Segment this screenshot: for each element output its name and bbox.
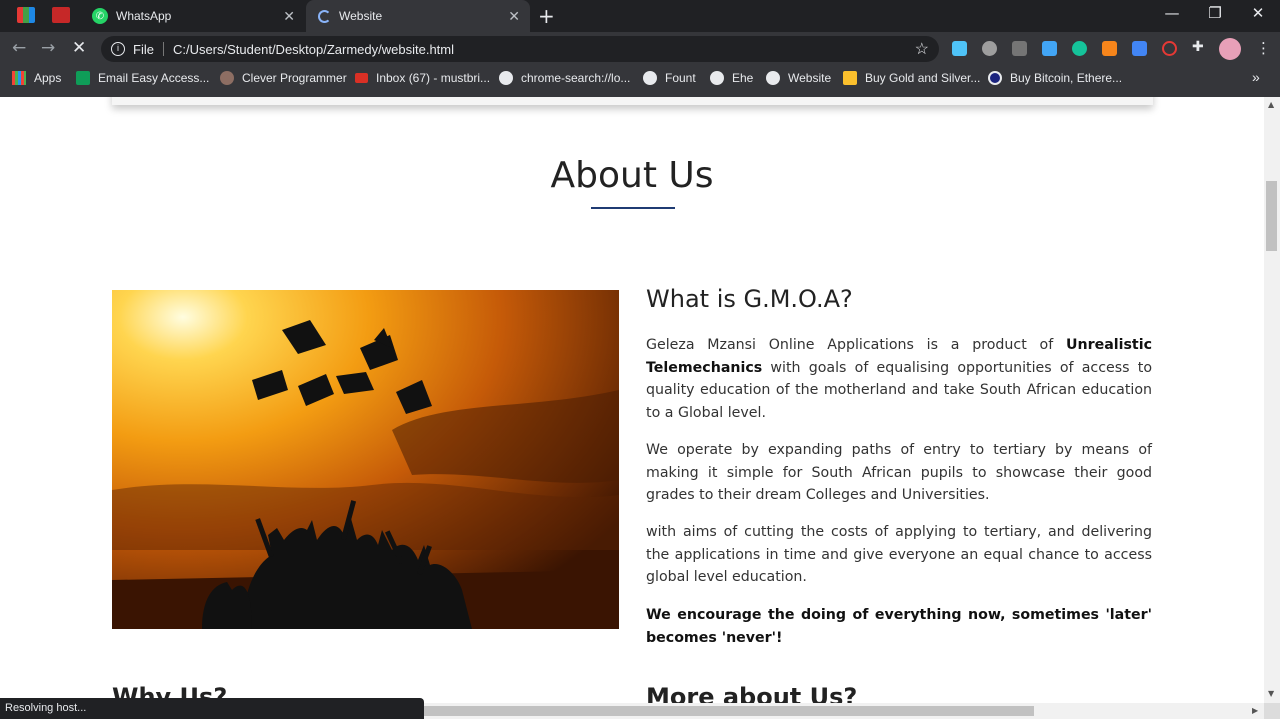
scrollbar-corner [1264, 703, 1280, 719]
back-button[interactable]: ← [12, 38, 26, 58]
extension-icon[interactable] [1162, 41, 1177, 56]
extension-icon[interactable] [1042, 41, 1057, 56]
title-underline [591, 207, 675, 209]
bookmark-label: Buy Bitcoin, Ethere... [1010, 71, 1123, 85]
globe-icon [766, 71, 780, 85]
metamask-icon[interactable] [1102, 41, 1117, 56]
globe-icon [643, 71, 657, 85]
profile-avatar[interactable] [1219, 38, 1241, 60]
url-text[interactable]: C:/Users/Student/Desktop/Zarmedy/website… [173, 42, 454, 57]
bookmark-gold[interactable]: Buy Gold and Silver... [843, 71, 980, 85]
restore-button[interactable]: ❐ [1195, 4, 1235, 22]
scroll-right-arrow-icon[interactable]: ▶ [1252, 706, 1258, 715]
gmail-icon [355, 73, 368, 83]
whatsapp-icon: ✆ [92, 8, 108, 24]
globe-icon [710, 71, 724, 85]
bookmark-label: Buy Gold and Silver... [865, 71, 981, 85]
avatar-icon [220, 71, 234, 85]
bookmark-chrome-search[interactable]: chrome-search://lo... [499, 71, 630, 85]
bookmark-label: Clever Programmer [242, 71, 347, 85]
tab-whatsapp[interactable]: ✆ WhatsApp ✕ [80, 0, 305, 32]
tab-label: Website [339, 9, 383, 23]
app-launcher-icon[interactable] [17, 7, 35, 23]
motto-text: We encourage the doing of everything now… [646, 607, 1152, 646]
close-tab-icon[interactable]: ✕ [283, 8, 295, 24]
site-navbar-bottom [112, 97, 1153, 105]
globe-icon [499, 71, 513, 85]
bookmark-star-icon[interactable]: ☆ [915, 39, 929, 59]
bookmark-label: Inbox (67) - mustbri... [376, 71, 491, 85]
close-tab-icon[interactable]: ✕ [508, 8, 520, 24]
bookmark-bitcoin[interactable]: Buy Bitcoin, Ethere... [988, 71, 1122, 85]
status-bar: Resolving host... [0, 698, 424, 719]
loading-icon [318, 9, 331, 23]
page-viewport: About Us What is G.M.O.A? Geleza Mzansi … [0, 97, 1264, 703]
close-window-button[interactable]: ✕ [1238, 4, 1278, 22]
scroll-down-arrow-icon[interactable]: ▼ [1268, 689, 1274, 698]
about-paragraph-3: with aims of cutting the costs of applyi… [646, 524, 1152, 585]
url-separator [162, 42, 164, 56]
url-scheme: File [133, 41, 154, 57]
bookmark-label: Fount [665, 71, 696, 85]
vertical-scroll-thumb[interactable] [1266, 181, 1277, 251]
para1-lead: Geleza Mzansi Online Applications is a p… [646, 337, 1066, 353]
forward-button[interactable]: → [41, 38, 55, 58]
tab-label: WhatsApp [116, 9, 172, 23]
address-bar[interactable]: i File C:/Users/Student/Desktop/Zarmedy/… [101, 36, 939, 62]
menu-dots-icon[interactable]: ⋮ [1256, 39, 1271, 57]
bookmark-clever-programmer[interactable]: Clever Programmer [220, 71, 347, 85]
bookmark-fount[interactable]: Fount [643, 71, 696, 85]
bookmark-apps[interactable]: Apps [12, 71, 61, 85]
apps-grid-icon [12, 71, 26, 85]
about-paragraph-2: We operate by expanding paths of entry t… [646, 442, 1152, 503]
bookmark-email[interactable]: Email Easy Access... [76, 71, 209, 85]
scroll-up-arrow-icon[interactable]: ▲ [1268, 100, 1274, 109]
bookmark-label: Website [788, 71, 832, 85]
tab-website[interactable]: Website ✕ [306, 0, 530, 32]
translate-icon[interactable] [1132, 41, 1147, 56]
coin-icon [988, 71, 1002, 85]
extension-icon[interactable] [982, 41, 997, 56]
more-about-us-heading: More about Us? [646, 683, 858, 703]
bookmark-ehe[interactable]: Ehe [710, 71, 753, 85]
browser-chrome: ✆ WhatsApp ✕ Website ✕ + — ❐ ✕ ← → ✕ i F… [0, 0, 1280, 97]
about-title: About Us [550, 155, 714, 196]
bookmark-label: Ehe [732, 71, 754, 85]
folder-icon [843, 71, 857, 85]
extension-icon[interactable] [1012, 41, 1027, 56]
extension-icon[interactable] [952, 41, 967, 56]
about-paragraph-1: Geleza Mzansi Online Applications is a p… [646, 334, 1152, 424]
about-paragraph-4: We encourage the doing of everything now… [646, 604, 1152, 649]
stop-loading-button[interactable]: ✕ [72, 38, 86, 58]
sheets-icon [76, 71, 90, 85]
grammarly-icon[interactable] [1072, 41, 1087, 56]
bookmark-website[interactable]: Website [766, 71, 831, 85]
bookmarks-bar: Apps Email Easy Access... Clever Program… [0, 65, 1280, 93]
bookmark-label: chrome-search://lo... [521, 71, 631, 85]
bookmark-inbox[interactable]: Inbox (67) - mustbri... [355, 71, 490, 85]
pdf-app-icon[interactable] [52, 7, 70, 23]
new-tab-button[interactable]: + [538, 4, 555, 28]
info-icon[interactable]: i [111, 42, 125, 56]
bookmarks-overflow-button[interactable]: » [1252, 69, 1260, 85]
what-is-gmoa-heading: What is G.M.O.A? [646, 285, 853, 313]
graduation-sunset-image [112, 290, 619, 629]
bookmark-label: Email Easy Access... [98, 71, 210, 85]
bookmark-label: Apps [34, 71, 62, 85]
minimize-button[interactable]: — [1152, 4, 1192, 22]
vertical-scrollbar[interactable]: ▲ ▼ [1264, 97, 1280, 703]
toolbar: ← → ✕ i File C:/Users/Student/Desktop/Za… [0, 32, 1280, 65]
extensions-puzzle-icon[interactable]: ✚ [1192, 39, 1207, 55]
tab-strip: ✆ WhatsApp ✕ Website ✕ + — ❐ ✕ [0, 0, 1280, 32]
